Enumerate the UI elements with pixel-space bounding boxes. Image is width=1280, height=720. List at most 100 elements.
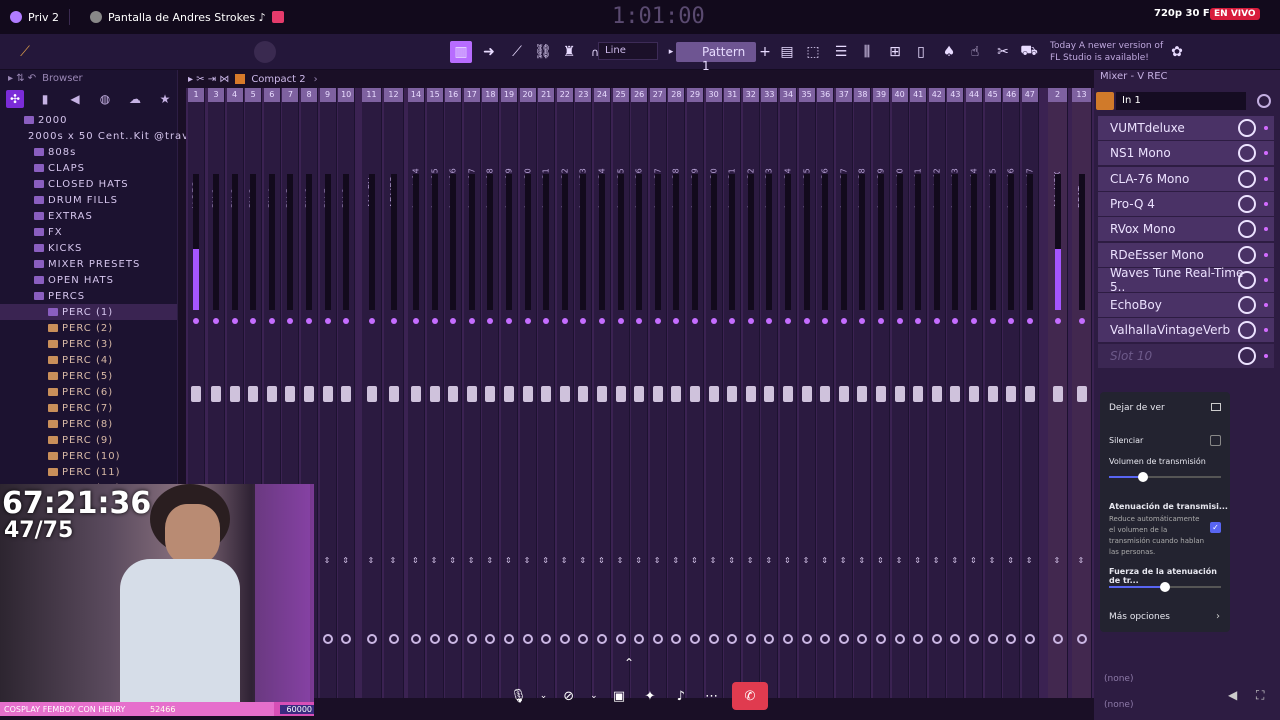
mute-item[interactable]: Silenciar [1109, 436, 1143, 445]
send-knob[interactable] [522, 634, 533, 644]
camera-options-icon[interactable]: ⌄ [589, 685, 598, 707]
link-icon[interactable]: ⛓ [532, 41, 554, 63]
browser-folder[interactable]: CLOSED HATS [0, 176, 177, 192]
mix-knob-icon[interactable] [1238, 220, 1256, 239]
mute-led[interactable] [287, 318, 294, 324]
mute-led[interactable] [431, 318, 438, 324]
route-arrow-icon[interactable]: ⇕ [877, 556, 884, 565]
route-arrow-icon[interactable]: ⇕ [747, 556, 754, 565]
volume-fader[interactable] [211, 386, 221, 402]
mixer-track[interactable]: 43Insert 43⇕ [947, 88, 965, 698]
browser-folder[interactable]: EXTRAS [0, 208, 177, 224]
route-arrow-icon[interactable]: ⇕ [368, 556, 375, 565]
route-arrow-icon[interactable]: ⇕ [728, 556, 735, 565]
slot-enable-icon[interactable] [1264, 227, 1268, 232]
send-knob[interactable] [913, 634, 924, 644]
volume-fader[interactable] [597, 386, 607, 402]
route-arrow-icon[interactable]: ⇕ [598, 556, 605, 565]
mute-led[interactable] [989, 318, 996, 324]
browser-file[interactable]: PERC (6) [0, 384, 177, 400]
send-knob[interactable] [783, 634, 793, 644]
send-knob[interactable] [950, 634, 961, 644]
more-icon[interactable]: ⋯ [701, 685, 722, 707]
volume-fader[interactable] [857, 386, 868, 402]
send-knob[interactable] [876, 634, 886, 644]
stamp-icon[interactable]: ♜ [558, 41, 580, 63]
browser-file[interactable]: PERC (2) [0, 320, 177, 336]
volume-fader[interactable] [671, 386, 682, 402]
browser-folder[interactable]: CLAPS [0, 160, 177, 176]
mute-led[interactable] [710, 318, 717, 324]
volume-fader[interactable] [894, 386, 905, 402]
route-arrow-icon[interactable]: ⇕ [989, 556, 996, 565]
output-1[interactable]: (none) [1104, 674, 1133, 684]
mixer-track[interactable]: 41Insert 41⇕ [910, 88, 928, 698]
slot-enable-icon[interactable] [1264, 277, 1268, 282]
mixer-track[interactable]: 26Insert 26⇕ [631, 88, 649, 698]
volume-fader[interactable] [559, 386, 570, 402]
send-knob[interactable] [931, 634, 942, 644]
mute-led[interactable] [654, 318, 661, 324]
mute-led[interactable] [971, 318, 977, 324]
route-arrow-icon[interactable]: ⇕ [486, 556, 493, 565]
document-icon[interactable]: ▮ [36, 90, 54, 108]
route-arrow-icon[interactable]: ⇕ [672, 556, 679, 565]
route-arrow-icon[interactable]: ⇕ [858, 556, 865, 565]
route-arrow-icon[interactable]: ⇕ [654, 556, 661, 565]
mixer-track[interactable]: 33Insert 33⇕ [761, 88, 779, 698]
mix-knob-icon[interactable] [1238, 119, 1256, 137]
browser-file[interactable]: PERC (3) [0, 336, 177, 352]
mixer-track[interactable]: 46Insert 46⇕ [1003, 88, 1021, 698]
strength-handle[interactable] [1160, 582, 1170, 592]
fx-slot[interactable]: Slot 10 [1098, 343, 1274, 368]
mute-led[interactable] [747, 318, 754, 324]
volume-fader[interactable] [820, 386, 831, 402]
mute-led[interactable] [952, 318, 959, 324]
send-knob[interactable] [820, 634, 831, 644]
mixer-track[interactable]: 20Insert 20⇕ [519, 88, 537, 698]
browser-file[interactable]: PERC (8) [0, 416, 177, 432]
volume-fader[interactable] [931, 386, 942, 402]
mute-led[interactable] [1026, 318, 1033, 324]
mute-led[interactable] [859, 318, 866, 324]
route-arrow-icon[interactable]: ⇕ [840, 556, 847, 565]
route-arrow-icon[interactable]: ⇕ [324, 556, 331, 565]
send-knob[interactable] [727, 634, 738, 644]
mixer-track[interactable]: 9BV 7⇕ [319, 88, 337, 698]
fx-slot[interactable]: VUMTdeluxe [1098, 116, 1274, 140]
fx-slot[interactable]: EchoBoy [1098, 293, 1274, 318]
mute-led[interactable] [803, 318, 810, 324]
volume-fader[interactable] [578, 386, 589, 402]
mixer-track[interactable]: 25Insert 25⇕ [612, 88, 630, 698]
volume-fader[interactable] [690, 386, 700, 402]
update-notice[interactable]: Today A newer version of FL Studio is av… [1050, 40, 1163, 64]
browser-folder[interactable]: 2000s x 50 Cent..Kit @travabeats [0, 128, 228, 144]
mute-led[interactable] [368, 318, 375, 324]
volume-fader[interactable] [411, 386, 421, 402]
volume-fader[interactable] [783, 386, 793, 402]
mute-led[interactable] [729, 318, 736, 324]
route-arrow-icon[interactable]: ⇕ [524, 556, 531, 565]
volume-fader[interactable] [448, 386, 459, 402]
mixer-track[interactable]: 21Insert 21⇕ [538, 88, 556, 698]
volume-fader[interactable] [466, 386, 477, 402]
volume-fader[interactable] [838, 386, 849, 402]
volume-fader[interactable] [764, 386, 775, 402]
browser-folder[interactable]: PERCS [0, 288, 177, 304]
mute-checkbox[interactable] [1210, 435, 1221, 446]
mute-led[interactable] [450, 318, 457, 324]
route-arrow-icon[interactable]: ⇕ [342, 556, 349, 565]
slot-enable-icon[interactable] [1264, 176, 1268, 181]
volume-fader[interactable] [1006, 386, 1017, 402]
slot-enable-icon[interactable] [1264, 303, 1268, 308]
mixer-track[interactable]: 35Insert 35⇕ [798, 88, 816, 698]
volume-fader[interactable] [615, 386, 626, 402]
volume-fader[interactable] [429, 386, 440, 402]
route-arrow-icon[interactable]: ⇕ [468, 556, 475, 565]
send-knob[interactable] [801, 634, 812, 644]
camera-off-icon[interactable]: ⊘ [558, 685, 579, 707]
route-arrow-icon[interactable]: ⇕ [390, 556, 397, 565]
mute-led[interactable] [915, 318, 922, 324]
mixer-track[interactable]: 11ALL BV⇕ [362, 88, 382, 698]
output-2[interactable]: (none) [1104, 700, 1133, 710]
